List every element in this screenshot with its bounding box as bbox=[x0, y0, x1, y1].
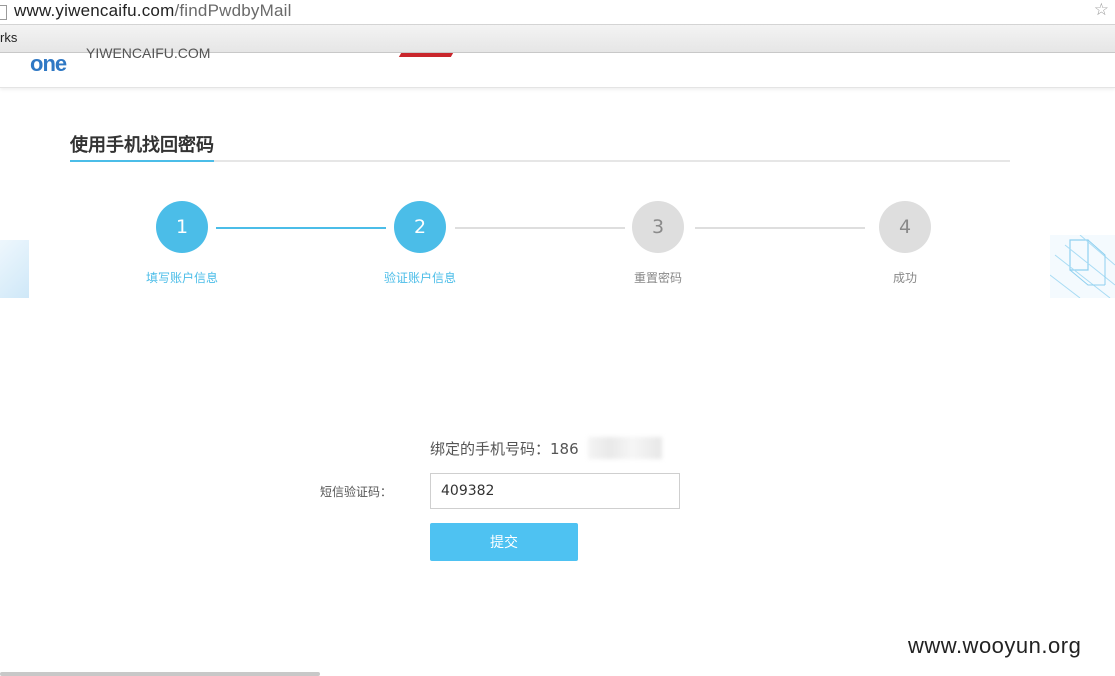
step-1-label: 填写账户信息 bbox=[145, 271, 218, 285]
star-icon[interactable]: ☆ bbox=[1094, 0, 1109, 20]
site-logo-mark[interactable]: one bbox=[30, 51, 67, 77]
url-text[interactable]: www.yiwencaifu.com/findPwdbyMail bbox=[14, 1, 292, 21]
url-host: www.yiwencaifu.com bbox=[14, 1, 175, 20]
step-2-label: 验证账户信息 bbox=[383, 271, 456, 285]
red-banner-mark bbox=[398, 53, 454, 57]
horizontal-scrollbar[interactable] bbox=[0, 672, 320, 676]
bound-phone-label: 绑定的手机号码： bbox=[430, 440, 551, 458]
redacted-phone-digits bbox=[588, 437, 662, 459]
step-2-circle: 2 bbox=[394, 201, 446, 253]
bookmarks-label[interactable]: rks bbox=[0, 30, 17, 45]
site-header: one YIWENCAIFU.COM bbox=[0, 45, 1115, 88]
page-title: 使用手机找回密码 bbox=[70, 135, 214, 156]
step-3-label: 重置密码 bbox=[633, 271, 682, 285]
sms-code-input[interactable] bbox=[430, 473, 680, 509]
url-path: /findPwdbyMail bbox=[174, 1, 292, 20]
step-connector-2-3 bbox=[455, 227, 625, 229]
step-4-label: 成功 bbox=[892, 271, 917, 285]
bound-phone-text: 绑定的手机号码：186 bbox=[430, 438, 579, 459]
decorative-shape-left bbox=[0, 240, 29, 298]
submit-button[interactable]: 提交 bbox=[430, 523, 578, 561]
page-icon bbox=[0, 5, 7, 20]
step-4-circle: 4 bbox=[879, 201, 931, 253]
title-divider-accent bbox=[70, 160, 214, 162]
step-connector-1-2 bbox=[216, 227, 386, 229]
site-logo-text[interactable]: YIWENCAIFU.COM bbox=[86, 45, 210, 61]
sms-code-label: 短信验证码： bbox=[319, 485, 392, 499]
address-bar[interactable]: www.yiwencaifu.com/findPwdbyMail ☆ bbox=[0, 0, 1115, 25]
step-connector-3-4 bbox=[695, 227, 865, 229]
decorative-shape-right bbox=[1050, 235, 1115, 298]
bound-phone-prefix: 186 bbox=[550, 440, 579, 458]
watermark: www.wooyun.org bbox=[908, 633, 1082, 658]
step-1-circle: 1 bbox=[156, 201, 208, 253]
step-3-circle: 3 bbox=[632, 201, 684, 253]
